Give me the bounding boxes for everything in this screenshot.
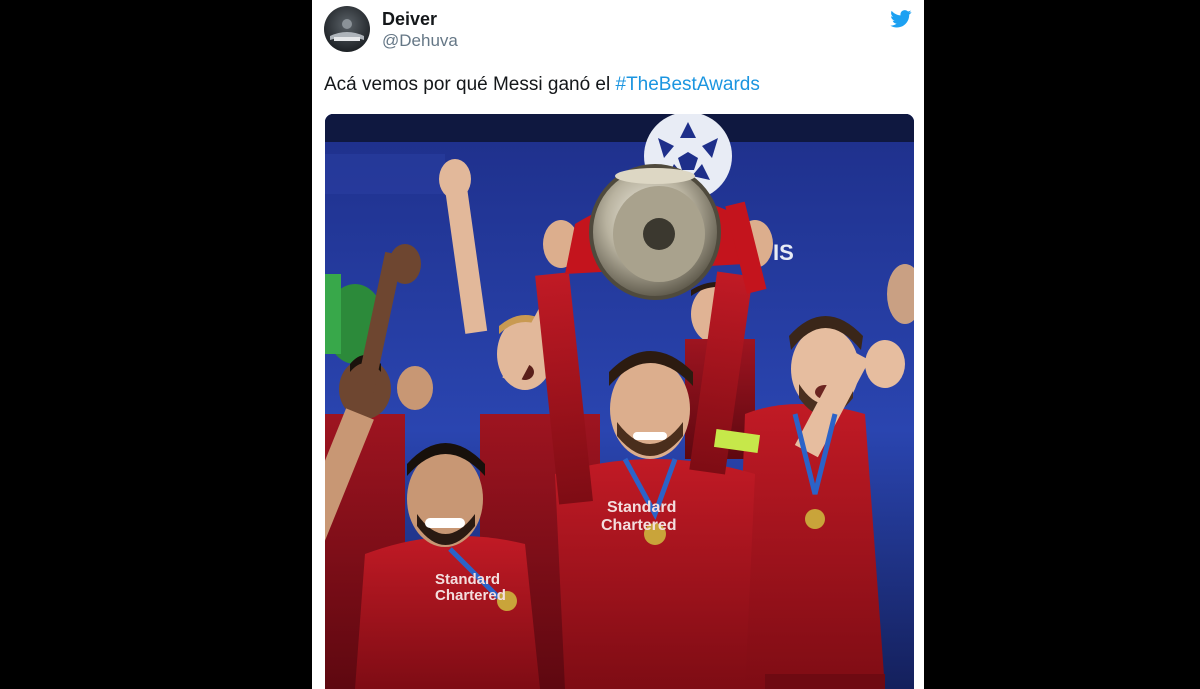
avatar-image: [324, 6, 370, 52]
shirt-sponsor-center-1: Standard: [607, 499, 676, 516]
user-block: Deiver @Dehuva: [382, 8, 458, 52]
celebration-photo: IS Standard Chartered Standard Chartered: [325, 114, 914, 689]
hashtag-link[interactable]: #TheBestAwards: [616, 74, 760, 95]
tweet-text-body: Acá vemos por qué Messi ganó el: [324, 74, 616, 95]
twitter-bird-icon[interactable]: [890, 10, 912, 28]
tweet-media-photo[interactable]: IS Standard Chartered Standard Chartered: [325, 114, 914, 689]
avatar[interactable]: [324, 6, 370, 52]
banner-text: IS: [773, 240, 794, 265]
tweet-card: Deiver @Dehuva Acá vemos por qué Messi g…: [312, 0, 924, 689]
display-name[interactable]: Deiver: [382, 8, 458, 30]
user-handle[interactable]: @Dehuva: [382, 30, 458, 52]
stage: Deiver @Dehuva Acá vemos por qué Messi g…: [0, 0, 1200, 689]
shirt-sponsor-left-2: Chartered: [435, 587, 506, 604]
shirt-sponsor-center-2: Chartered: [601, 517, 677, 534]
tweet-text: Acá vemos por qué Messi ganó el #TheBest…: [324, 73, 760, 97]
shirt-sponsor-left-1: Standard: [435, 571, 500, 588]
